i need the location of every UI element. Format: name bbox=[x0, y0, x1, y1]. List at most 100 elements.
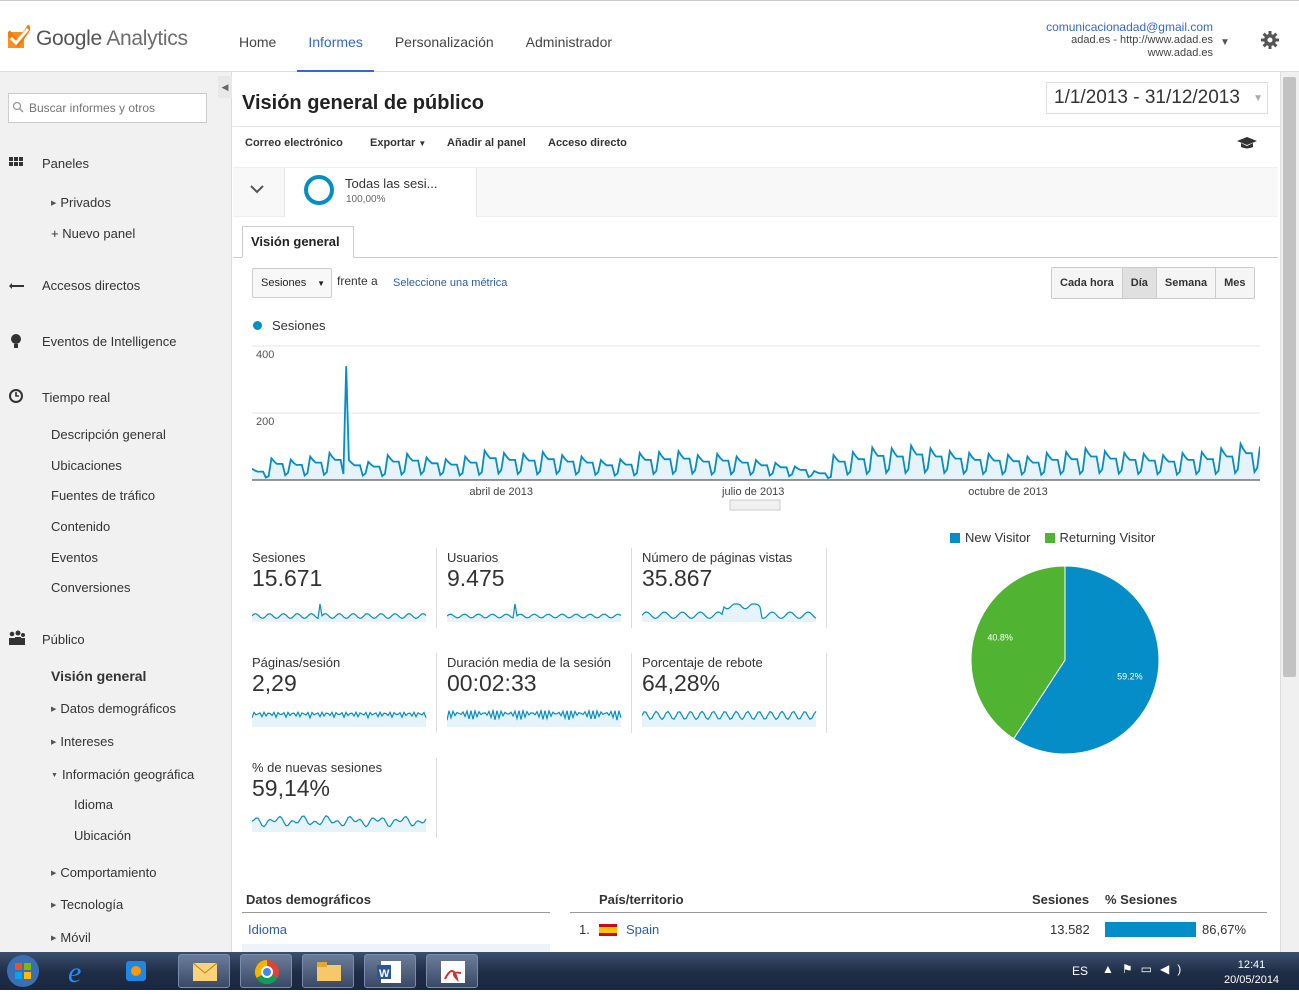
nav-customization[interactable]: Personalización bbox=[384, 0, 505, 72]
summary-card[interactable]: Usuarios 9.475 bbox=[447, 550, 632, 630]
country-header[interactable]: País/territorio bbox=[599, 892, 684, 907]
account-selector[interactable]: comunicacionadad@gmail.com adad.es - htt… bbox=[1046, 21, 1213, 60]
sidebar-item-private[interactable]: ▶ Privados bbox=[51, 195, 111, 210]
nav-admin[interactable]: Administrador bbox=[515, 0, 623, 72]
sidebar-item-location[interactable]: Ubicación bbox=[74, 828, 131, 843]
sidebar-item-interests[interactable]: ▶ Intereses bbox=[51, 734, 114, 749]
chevron-down-icon[interactable] bbox=[250, 184, 264, 194]
granularity-week[interactable]: Semana bbox=[1156, 268, 1217, 298]
chart-expand-handle[interactable] bbox=[729, 499, 781, 511]
taskbar-explorer[interactable] bbox=[302, 954, 354, 988]
legend-label: Sesiones bbox=[272, 318, 326, 333]
search-icon bbox=[12, 101, 24, 113]
sidebar-item-traffic-sources[interactable]: Fuentes de tráfico bbox=[51, 488, 155, 503]
graduation-cap-icon[interactable] bbox=[1236, 136, 1258, 152]
start-button-icon[interactable] bbox=[6, 954, 40, 988]
granularity-month[interactable]: Mes bbox=[1216, 268, 1254, 298]
sidebar-item-geo[interactable]: ▼ Información geográfica bbox=[51, 767, 194, 782]
summary-card[interactable]: Porcentaje de rebote 64,28% bbox=[642, 655, 827, 735]
sidebar-item-events[interactable]: Eventos bbox=[51, 550, 98, 565]
tray-clock[interactable]: 12:41 20/05/2014 bbox=[1224, 958, 1279, 988]
legend-item-new[interactable]: New Visitor bbox=[950, 530, 1031, 545]
tray-expand-icon[interactable]: ▲ bbox=[1102, 962, 1122, 976]
expand-icon: ▶ bbox=[51, 200, 57, 207]
nav-reports[interactable]: Informes bbox=[297, 0, 375, 73]
summary-card[interactable]: Páginas/sesión 2,29 bbox=[252, 655, 437, 735]
taskbar-media[interactable] bbox=[110, 954, 162, 988]
sidebar-item-technology[interactable]: ▶ Tecnología bbox=[51, 897, 123, 912]
word-icon: W bbox=[377, 961, 401, 983]
chevron-down-icon: ▼ bbox=[317, 279, 325, 288]
sparkline bbox=[447, 603, 622, 622]
summary-card[interactable]: % de nuevas sesiones 59,14% bbox=[252, 760, 437, 840]
segment-percent: 100,00% bbox=[346, 194, 386, 205]
media-player-icon bbox=[126, 961, 146, 981]
email-button[interactable]: Correo electrónico bbox=[245, 137, 343, 149]
sidebar-item-mobile[interactable]: ▶ Móvil bbox=[51, 930, 91, 945]
account-view: www.adad.es bbox=[1147, 47, 1213, 59]
summary-card-value: 15.671 bbox=[252, 565, 323, 591]
pct-bar bbox=[1105, 922, 1196, 937]
sidebar-section-label: Tiempo real bbox=[42, 389, 111, 405]
summary-card[interactable]: Sesiones 15.671 bbox=[252, 550, 437, 630]
taskbar-outlook[interactable] bbox=[178, 954, 230, 988]
date-range-picker[interactable]: 1/1/2013 - 31/12/2013 ▼ bbox=[1046, 82, 1268, 114]
network-icon[interactable]: ▭ bbox=[1141, 962, 1160, 976]
x-tick-label: octubre de 2013 bbox=[968, 486, 1048, 498]
collapse-icon: ▼ bbox=[51, 772, 58, 779]
sidebar-item-conversions[interactable]: Conversiones bbox=[51, 580, 131, 595]
scrollbar-thumb[interactable] bbox=[1283, 77, 1296, 677]
summary-card[interactable]: Número de páginas vistas 35.867 bbox=[642, 550, 827, 630]
legend-item-returning[interactable]: Returning Visitor bbox=[1044, 530, 1155, 545]
taskbar-word[interactable]: W bbox=[364, 954, 416, 988]
sidebar-item-realtime-overview[interactable]: Descripción general bbox=[51, 427, 166, 442]
add-to-dashboard-button[interactable]: Añadir al panel bbox=[447, 137, 526, 149]
taskbar-ie[interactable]: e bbox=[52, 954, 104, 989]
tray-language[interactable]: ES bbox=[1072, 964, 1088, 978]
sparkline bbox=[252, 710, 427, 727]
pct-sessions-header[interactable]: % Sesiones bbox=[1105, 892, 1177, 907]
flag-icon[interactable]: ⚑ bbox=[1122, 962, 1141, 976]
collapse-sidebar-button[interactable]: ◀ bbox=[218, 76, 232, 98]
summary-card-value: 2,29 bbox=[252, 670, 297, 696]
nav-home[interactable]: Home bbox=[228, 0, 287, 72]
summary-card[interactable]: Duración media de la sesión 00:02:33 bbox=[447, 655, 632, 735]
sidebar-item-behavior[interactable]: ▶ Comportamiento bbox=[51, 865, 157, 880]
pie-data-label: 59.2% bbox=[1117, 671, 1143, 681]
shortcut-button[interactable]: Acceso directo bbox=[548, 137, 627, 149]
sidebar-item-content[interactable]: Contenido bbox=[51, 519, 110, 534]
sidebar-item-locations[interactable]: Ubicaciones bbox=[51, 458, 122, 473]
export-button[interactable]: Exportar ▼ bbox=[370, 137, 426, 149]
sessions-line-chart[interactable]: 400 200 abril de 2013 julio de 2013 octubre … bbox=[252, 340, 1260, 515]
country-link-spain[interactable]: Spain bbox=[626, 922, 659, 937]
visitor-pie-chart[interactable]: 59.2% 40.8% bbox=[965, 560, 1165, 760]
volume-icon[interactable]: ◀) bbox=[1160, 962, 1189, 976]
sessions-header[interactable]: Sesiones bbox=[1032, 892, 1089, 907]
app-logo-text[interactable]: Google Analytics bbox=[36, 27, 188, 51]
main-nav: Home Informes Personalización Administra… bbox=[228, 0, 633, 73]
taskbar-acrobat[interactable] bbox=[426, 954, 478, 988]
clock-icon bbox=[9, 389, 23, 403]
sidebar-item-language[interactable]: Idioma bbox=[74, 797, 113, 812]
gear-icon[interactable] bbox=[1260, 30, 1280, 50]
tab-overview[interactable]: Visión general bbox=[242, 226, 354, 258]
bulb-icon bbox=[11, 334, 21, 348]
account-dropdown-icon[interactable]: ▼ bbox=[1220, 37, 1230, 48]
tray-icons[interactable]: ▲⚑▭◀) bbox=[1102, 962, 1189, 976]
sidebar-item-new-dashboard[interactable]: + Nuevo panel bbox=[51, 226, 135, 241]
sidebar-item-audience-overview[interactable]: Visión general bbox=[51, 668, 146, 684]
granularity-day[interactable]: Día bbox=[1122, 268, 1157, 298]
granularity-hour[interactable]: Cada hora bbox=[1052, 268, 1123, 298]
row-rank: 1. bbox=[579, 922, 590, 937]
analytics-logo-icon[interactable] bbox=[8, 24, 30, 50]
demographics-row-language[interactable]: Idioma bbox=[248, 922, 287, 937]
sparkline bbox=[642, 710, 817, 727]
folder-icon bbox=[317, 962, 341, 981]
search-input[interactable] bbox=[8, 93, 207, 123]
metric-select[interactable]: Sesiones ▼ bbox=[252, 268, 332, 298]
chevron-down-icon: ▼ bbox=[1253, 93, 1263, 104]
row-sessions: 13.582 bbox=[1050, 922, 1090, 937]
select-metric-link[interactable]: Seleccione una métrica bbox=[393, 277, 507, 289]
sidebar-item-demographics[interactable]: ▶ Datos demográficos bbox=[51, 701, 176, 716]
taskbar-chrome[interactable] bbox=[240, 954, 292, 988]
